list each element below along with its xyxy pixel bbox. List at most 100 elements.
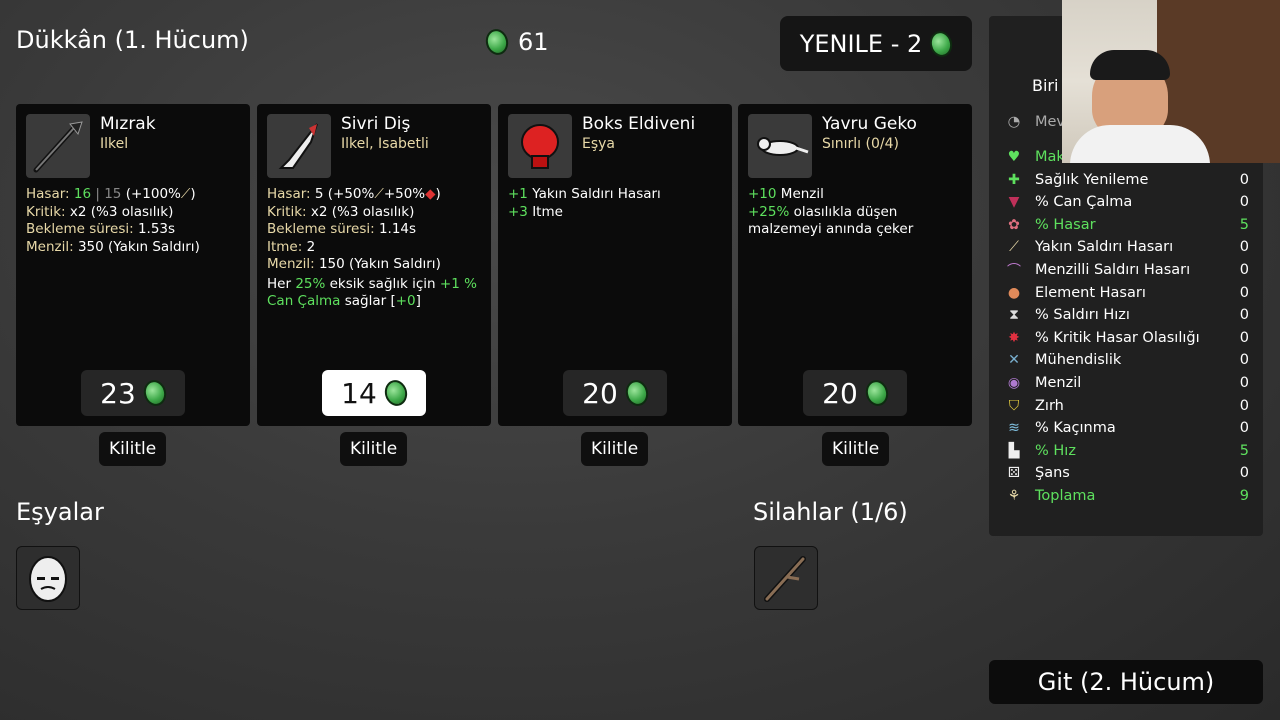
stat-label: Menzil: [1035, 375, 1082, 391]
stat-label: Element Hasarı: [1035, 284, 1146, 301]
card-tags: Sınırlı (0/4): [822, 136, 899, 152]
stat-value: 0: [1239, 262, 1249, 278]
buy-button[interactable]: 20: [803, 370, 907, 416]
shield-icon: ⛉: [1008, 397, 1020, 414]
flame-icon: ●: [1007, 284, 1021, 301]
lock-button[interactable]: Kilitle: [340, 432, 408, 466]
card-stats: Hasar: 16 | 15 (+100%⟋) Kritik: x2 (%3 o…: [26, 186, 200, 255]
boot-icon: ▙: [1008, 442, 1020, 459]
materials-counter: 61: [483, 26, 549, 58]
card-stats: Hasar: 5 (+50%⟋+50%◆) Kritik: x2 (%3 ola…: [267, 186, 477, 309]
shop-card-sharp-tooth[interactable]: Sivri Diş Ilkel, Isabetli Hasar: 5 (+50%…: [257, 104, 491, 426]
material-icon: [622, 377, 651, 409]
stat-value: 0: [1239, 307, 1249, 324]
price-value: 20: [582, 376, 618, 410]
bow-icon: ⌒: [1007, 263, 1021, 279]
stat-label: Yakın Saldırı Hasarı: [1035, 239, 1174, 256]
fang-icon: [267, 114, 331, 178]
stat-row[interactable]: ⚄ Şans 0: [1005, 462, 1249, 484]
stat-row[interactable]: ▙ % Hız 5: [1005, 440, 1249, 462]
gecko-icon: [748, 114, 812, 178]
stat-label: % Can Çalma: [1035, 194, 1133, 211]
crit-icon: ✸: [1008, 329, 1020, 346]
stat-label: % Saldırı Hızı: [1035, 307, 1130, 324]
go-next-wave-button[interactable]: Git (2. Hücum): [989, 660, 1263, 704]
material-icon: [381, 377, 410, 409]
stat-value: 0: [1239, 194, 1249, 211]
materials-count: 61: [518, 28, 549, 56]
stat-value: 9: [1239, 488, 1249, 504]
heart-icon: ♥: [1007, 149, 1021, 165]
stat-row[interactable]: ✚ Sağlık Yenileme 0: [1005, 169, 1249, 191]
card-stats: +1 Yakın Saldırı Hasarı +3 Itme: [508, 186, 661, 220]
material-icon: [483, 26, 511, 58]
material-icon: [862, 377, 891, 409]
stat-label: Sağlık Yenileme: [1035, 171, 1149, 188]
fangs-icon: ▼: [1008, 194, 1020, 211]
stat-row[interactable]: ✸ % Kritik Hasar Olasılığı 0: [1005, 327, 1249, 349]
stat-value: 5: [1239, 442, 1249, 459]
stat-label: Menzilli Saldırı Hasarı: [1035, 262, 1191, 278]
stat-row[interactable]: ⚘ Toplama 9: [1005, 485, 1249, 507]
stat-label: % Kaçınma: [1035, 420, 1116, 437]
stick-icon: [764, 556, 806, 602]
card-name: Mızrak: [100, 114, 156, 134]
stat-label: Şans: [1035, 465, 1070, 482]
buy-button[interactable]: 23: [81, 370, 185, 416]
potato-icon: [29, 556, 67, 602]
stat-label: Zırh: [1035, 397, 1064, 414]
stat-row[interactable]: ⟋ Yakın Saldırı Hasarı 0: [1005, 236, 1249, 258]
stats-tab[interactable]: Biri: [1032, 76, 1058, 95]
dice-icon: ⚄: [1007, 465, 1021, 482]
card-name: Yavru Geko: [822, 114, 917, 134]
sword-icon: ⟋: [1009, 239, 1019, 256]
stat-row[interactable]: ● Element Hasarı 0: [1005, 282, 1249, 304]
buy-button[interactable]: 20: [563, 370, 667, 416]
stat-value: 0: [1239, 465, 1249, 482]
weapons-title: Silahlar (1/6): [753, 498, 908, 526]
stat-label: % Hasar: [1035, 216, 1096, 233]
stat-value: 0: [1239, 284, 1249, 301]
stat-row[interactable]: ✿ % Hasar 5: [1005, 214, 1249, 236]
stat-label: % Hız: [1035, 442, 1076, 459]
boxing-glove-icon: [508, 114, 572, 178]
stat-row[interactable]: ✕ Mühendislik 0: [1005, 349, 1249, 371]
lock-button[interactable]: Kilitle: [99, 432, 167, 466]
card-stats: +10 Menzil +25% olasılıkla düşen malzeme…: [748, 186, 914, 237]
stat-label: Toplama: [1035, 488, 1096, 504]
lock-button[interactable]: Kilitle: [822, 432, 890, 466]
stat-row[interactable]: ≋ % Kaçınma 0: [1005, 417, 1249, 439]
level-row: ◔ Mev: [1005, 114, 1065, 130]
stat-value: 0: [1239, 239, 1249, 256]
level-icon: ◔: [1007, 114, 1021, 130]
weapon-slot[interactable]: [754, 546, 818, 610]
shop-card-boxing-glove[interactable]: Boks Eldiveni Eşya +1 Yakın Saldırı Hasa…: [498, 104, 732, 426]
stat-row[interactable]: ⧗ % Saldırı Hızı 0: [1005, 304, 1249, 326]
stat-value: 0: [1239, 397, 1249, 414]
stat-label: Mühendislik: [1035, 352, 1122, 369]
material-icon: [927, 28, 956, 59]
shop-card-spear[interactable]: Mızrak Ilkel Hasar: 16 | 15 (+100%⟋) Kri…: [16, 104, 250, 426]
card-tags: Eşya: [582, 136, 616, 152]
wheat-icon: ⚘: [1007, 488, 1021, 504]
price-value: 23: [100, 376, 136, 410]
stat-row[interactable]: ◉ Menzil 0: [1005, 372, 1249, 394]
stat-row[interactable]: ▼ % Can Çalma 0: [1005, 191, 1249, 213]
reroll-button[interactable]: YENILE - 2: [780, 16, 972, 71]
item-slot[interactable]: [16, 546, 80, 610]
stat-label: % Kritik Hasar Olasılığı: [1035, 329, 1200, 346]
stat-value: 0: [1239, 171, 1249, 188]
lock-button[interactable]: Kilitle: [581, 432, 649, 466]
card-tags: Ilkel, Isabetli: [341, 136, 429, 152]
stat-value: 0: [1239, 352, 1249, 369]
card-name: Boks Eldiveni: [582, 114, 696, 134]
material-icon: [140, 377, 169, 409]
shop-card-baby-gecko[interactable]: Yavru Geko Sınırlı (0/4) +10 Menzil +25%…: [738, 104, 972, 426]
webcam-overlay: [1062, 0, 1280, 163]
dodge-icon: ≋: [1008, 420, 1020, 437]
stat-value: 0: [1239, 329, 1249, 346]
range-icon: ◉: [1007, 375, 1021, 391]
stat-row[interactable]: ⌒ Menzilli Saldırı Hasarı 0: [1005, 259, 1249, 281]
buy-button[interactable]: 14: [322, 370, 426, 416]
stat-row[interactable]: ⛉ Zırh 0: [1005, 395, 1249, 417]
